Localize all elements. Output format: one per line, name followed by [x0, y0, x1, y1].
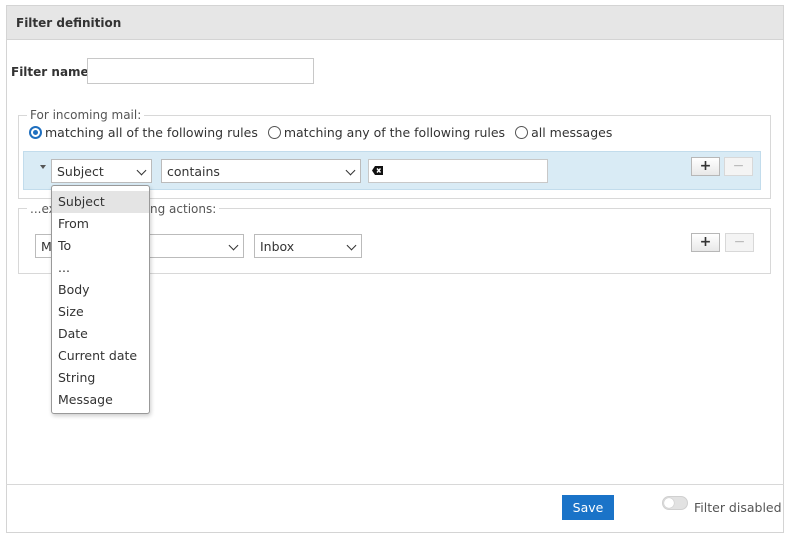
- remove-rule-button[interactable]: −: [724, 157, 753, 176]
- radio-all-messages[interactable]: [515, 126, 529, 139]
- incoming-mail-legend: For incoming mail:: [27, 108, 145, 122]
- add-action-button[interactable]: +: [691, 233, 720, 252]
- radio-match-any-label[interactable]: matching any of the following rules: [284, 125, 505, 140]
- dropdown-option-other-header[interactable]: ...: [52, 257, 149, 279]
- save-button[interactable]: Save: [562, 495, 614, 520]
- header-dropdown-menu: Subject From To ... Body Size Date Curre…: [51, 185, 150, 414]
- chevron-down-icon: [346, 240, 357, 251]
- remove-action-button[interactable]: −: [725, 233, 754, 252]
- dropdown-option-date[interactable]: Date: [52, 323, 149, 345]
- filter-disabled-label[interactable]: Filter disabled: [694, 500, 782, 515]
- rule-header-value: Subject: [57, 164, 104, 179]
- dropdown-option-body[interactable]: Body: [52, 279, 149, 301]
- filter-name-input[interactable]: [87, 58, 314, 84]
- chevron-down-icon: [345, 165, 356, 176]
- filter-disabled-toggle[interactable]: [662, 496, 688, 510]
- rule-operator-value: contains: [167, 164, 220, 179]
- add-rule-button[interactable]: +: [691, 157, 720, 176]
- rule-value-input[interactable]: [368, 159, 548, 183]
- radio-match-all[interactable]: [29, 126, 42, 139]
- dropdown-option-subject[interactable]: Subject: [52, 191, 149, 213]
- dropdown-option-string[interactable]: String: [52, 367, 149, 389]
- radio-match-any[interactable]: [267, 126, 281, 139]
- clear-input-icon[interactable]: [372, 166, 383, 175]
- dropdown-option-size[interactable]: Size: [52, 301, 149, 323]
- dropdown-option-to[interactable]: To: [52, 235, 149, 257]
- dropdown-option-current-date[interactable]: Current date: [52, 345, 149, 367]
- chevron-down-icon: [228, 240, 239, 251]
- dropdown-option-message[interactable]: Message: [52, 389, 149, 411]
- filter-name-label: Filter name:: [11, 65, 94, 79]
- dropdown-option-from[interactable]: From: [52, 213, 149, 235]
- rule-collapse-icon[interactable]: [40, 165, 46, 169]
- rule-match-radio-group: matching all of the following rules matc…: [27, 125, 620, 140]
- panel-title: Filter definition: [7, 6, 783, 40]
- footer-divider: [6, 484, 784, 485]
- action-folder-select[interactable]: Inbox: [254, 234, 362, 258]
- rule-operator-select[interactable]: contains: [161, 159, 361, 183]
- actions-legend-suffix: ng actions:: [148, 202, 220, 216]
- chevron-down-icon: [136, 165, 147, 176]
- radio-all-messages-label[interactable]: all messages: [531, 125, 612, 140]
- rule-header-select[interactable]: Subject: [51, 159, 152, 183]
- action-folder-value: Inbox: [260, 239, 295, 254]
- radio-match-all-label[interactable]: matching all of the following rules: [45, 125, 258, 140]
